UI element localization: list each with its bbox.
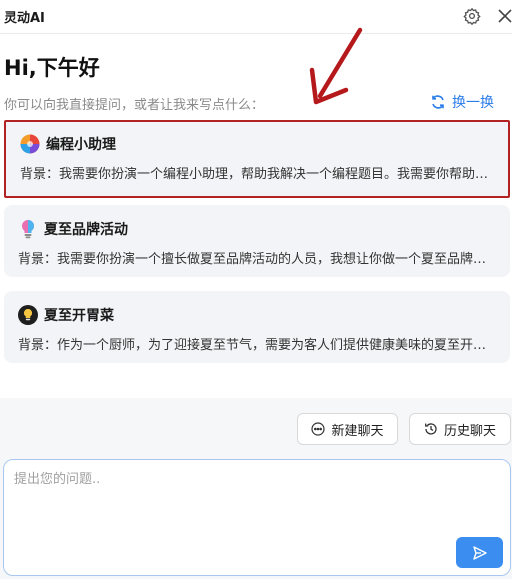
- send-button[interactable]: [456, 537, 503, 568]
- history-chat-button[interactable]: 历史聊天: [409, 413, 511, 445]
- history-clock-icon: [424, 423, 437, 435]
- close-icon[interactable]: [494, 5, 512, 27]
- prompt-card-summer-appetizer[interactable]: 夏至开胃菜 背景：作为一个厨师，为了迎接夏至节气，需要为客人们提供健康美味的夏至…: [4, 291, 510, 363]
- send-icon: [472, 545, 487, 560]
- colorful-ball-icon: [20, 134, 40, 154]
- settings-gear-icon[interactable]: [461, 5, 483, 27]
- refresh-suggestions-button[interactable]: 换一换: [430, 92, 494, 112]
- refresh-label: 换一换: [452, 95, 494, 111]
- greeting-subtitle: 你可以向我直接提问，或者让我来写点什么：: [4, 98, 265, 113]
- question-input-box[interactable]: [3, 459, 511, 576]
- annotation-arrow-icon: [309, 27, 363, 105]
- question-input[interactable]: [14, 468, 454, 548]
- card-title: 编程小助理: [46, 137, 116, 153]
- lightbulb-icon: [18, 219, 38, 239]
- card-description: 背景：我需要你扮演一个编程小助理，帮助我解决一个编程题目。我需要你帮助我完成题目…: [20, 167, 494, 182]
- prompt-card-summer-brand[interactable]: 夏至品牌活动 背景：我需要你扮演一个擅长做夏至品牌活动的人员，我想让你做一个夏至…: [4, 205, 510, 277]
- card-title: 夏至品牌活动: [44, 222, 128, 238]
- title-bar: 灵动AI: [0, 0, 512, 34]
- bulb-dark-icon: [18, 305, 38, 325]
- app-title: 灵动AI: [4, 11, 45, 26]
- greeting-title: Hi,下午好: [4, 56, 100, 80]
- new-chat-label: 新建聊天: [331, 423, 384, 439]
- prompt-card-programming[interactable]: 编程小助理 背景：我需要你扮演一个编程小助理，帮助我解决一个编程题目。我需要你帮…: [4, 120, 510, 198]
- history-chat-label: 历史聊天: [443, 423, 496, 439]
- card-title: 夏至开胃菜: [44, 308, 114, 324]
- refresh-icon: [432, 95, 444, 109]
- card-description: 背景：作为一个厨师，为了迎接夏至节气，需要为客人们提供健康美味的夏至开胃菜: [18, 338, 496, 353]
- new-chat-button[interactable]: 新建聊天: [297, 413, 398, 445]
- chat-bubble-icon: [311, 422, 326, 436]
- card-description: 背景：我需要你扮演一个擅长做夏至品牌活动的人员，我想让你做一个夏至品牌活动方案: [18, 252, 496, 267]
